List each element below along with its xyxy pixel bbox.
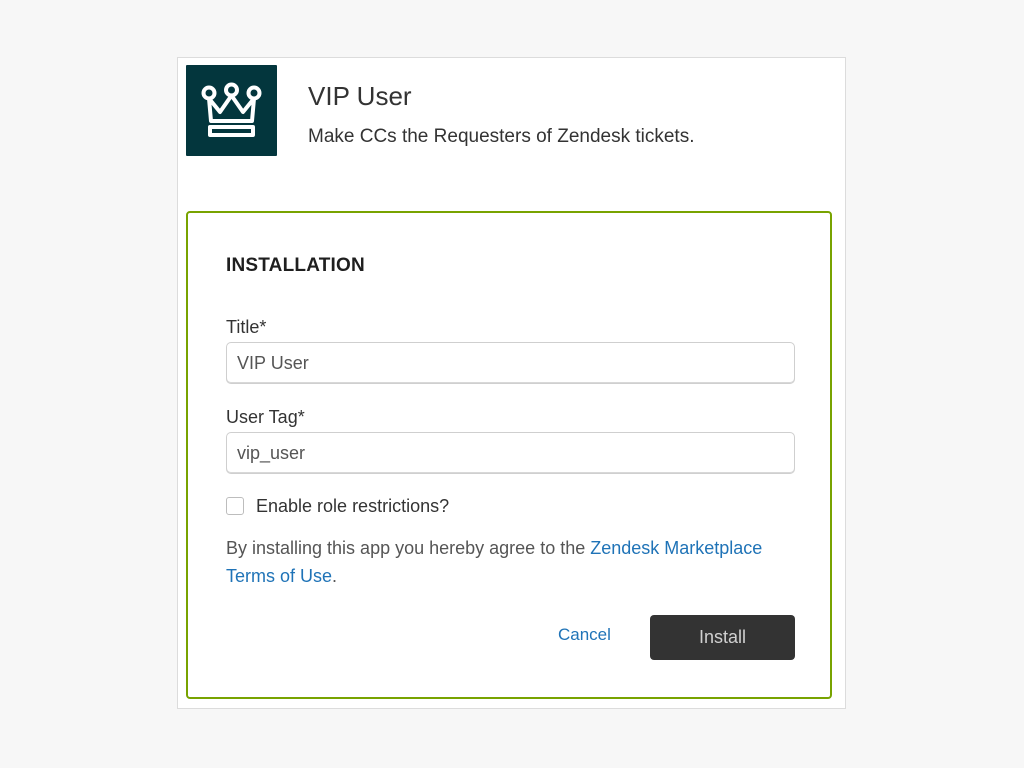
- terms-prefix: By installing this app you hereby agree …: [226, 538, 591, 558]
- app-install-dialog: VIP User Make CCs the Requesters of Zend…: [177, 57, 846, 709]
- terms-suffix: .: [332, 566, 338, 586]
- installation-heading: INSTALLATION: [226, 255, 365, 276]
- user-tag-field-label: User Tag*: [226, 407, 305, 427]
- role-restrictions-label[interactable]: Enable role restrictions?: [256, 496, 449, 517]
- user-tag-input[interactable]: [226, 432, 795, 474]
- terms-notice: By installing this app you hereby agree …: [226, 534, 766, 590]
- app-description: Make CCs the Requesters of Zendesk ticke…: [308, 126, 695, 147]
- role-restrictions-checkbox[interactable]: [226, 497, 244, 515]
- title-input[interactable]: [226, 342, 795, 384]
- title-field-label: Title*: [226, 317, 267, 337]
- installation-panel: INSTALLATION Title* User Tag* Enable rol…: [186, 211, 832, 699]
- role-restrictions-row[interactable]: Enable role restrictions?: [226, 494, 449, 518]
- install-button[interactable]: Install: [650, 615, 795, 660]
- app-logo: [186, 65, 277, 156]
- app-title: VIP User: [308, 81, 412, 111]
- app-header: VIP User Make CCs the Requesters of Zend…: [186, 65, 837, 157]
- cancel-button[interactable]: Cancel: [558, 625, 611, 645]
